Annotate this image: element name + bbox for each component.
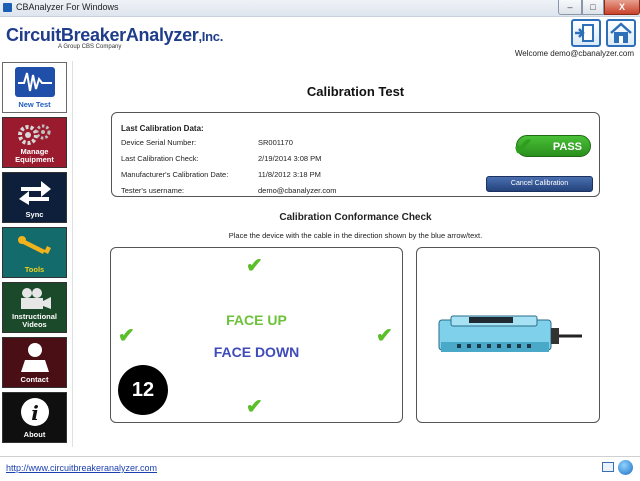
info-row-serial: Device Serial Number: SR001170	[121, 138, 293, 147]
minimize-button[interactable]: –	[558, 0, 582, 15]
info-row-manufacturer-date: Manufacturer's Calibration Date: 11/8/20…	[121, 170, 321, 179]
waveform-icon	[3, 67, 66, 99]
app-header: CircuitBreakerAnalyzer,Inc. A Group CBS …	[0, 17, 640, 61]
info-icon: i	[3, 397, 66, 429]
network-globe-icon[interactable]	[618, 460, 633, 475]
conformance-instruction: Place the device with the cable in the d…	[228, 231, 483, 240]
info-value: demo@cbanalyzer.com	[258, 186, 337, 195]
sidebar-item-label: New Test	[18, 100, 51, 109]
info-row-tester: Tester's username: demo@cbanalyzer.com	[121, 186, 336, 195]
page-title: Calibration Test	[306, 84, 405, 99]
device-image-panel	[416, 247, 600, 423]
sidebar-item-label: Tools	[24, 265, 45, 274]
website-link[interactable]: http://www.circuitbreakeranalyzer.com	[6, 463, 157, 473]
company-logo: CircuitBreakerAnalyzer,Inc.	[6, 25, 223, 46]
pass-check-icon: ✔	[513, 134, 534, 161]
countdown-counter: 12	[118, 365, 168, 415]
info-row-last-check: Last Calibration Check: 2/19/2014 3:08 P…	[121, 154, 321, 163]
wrench-icon	[3, 232, 66, 260]
maximize-button[interactable]: □	[582, 0, 604, 15]
sidebar: New Test Manage Equipment Sync Tools Ins…	[0, 61, 70, 446]
sidebar-item-label: Manage Equipment	[15, 147, 54, 164]
check-bottom-icon: ✔	[246, 396, 263, 418]
sidebar-item-label: Instructional Videos	[11, 312, 57, 329]
conformance-title: Calibration Conformance Check	[279, 212, 432, 223]
sync-arrows-icon	[3, 177, 66, 207]
orientation-panel: ✔ ✔ ✔ ✔ FACE UP FACE DOWN 12	[110, 247, 403, 423]
sidebar-item-label: About	[23, 430, 46, 439]
home-icon	[610, 22, 632, 43]
info-value: SR001170	[258, 138, 293, 147]
exit-button[interactable]	[571, 19, 601, 47]
info-value: 11/8/2012 3:18 PM	[258, 170, 321, 179]
sidebar-item-label: Sync	[25, 210, 44, 219]
info-value: 2/19/2014 3:08 PM	[258, 154, 322, 163]
info-label: Manufacturer's Calibration Date:	[121, 170, 229, 179]
person-icon	[3, 342, 66, 374]
info-label: Device Serial Number:	[121, 138, 197, 147]
window-titlebar: CBAnalyzer For Windows – □ X	[0, 0, 640, 17]
sidebar-item-about[interactable]: i About	[2, 392, 67, 443]
video-camera-icon	[3, 287, 66, 313]
close-button[interactable]: X	[604, 0, 640, 15]
cancel-calibration-button[interactable]: Cancel Calibration	[486, 176, 593, 192]
gears-icon	[3, 122, 66, 150]
face-up-label: FACE UP	[226, 312, 287, 328]
status-bar: http://www.circuitbreakeranalyzer.com	[0, 456, 640, 481]
logo-tagline: A Group CBS Company	[58, 44, 122, 50]
last-calibration-panel: Last Calibration Data: Device Serial Num…	[111, 112, 600, 197]
welcome-text: Welcome demo@cbanalyzer.com	[514, 49, 634, 58]
logo-main: CircuitBreakerAnalyzer	[6, 25, 199, 45]
device-image	[438, 315, 582, 352]
window-title: CBAnalyzer For Windows	[16, 2, 119, 12]
last-calibration-heading: Last Calibration Data:	[121, 124, 204, 133]
sidebar-item-new-test[interactable]: New Test	[2, 62, 67, 113]
face-down-label: FACE DOWN	[213, 344, 300, 360]
app-icon	[3, 3, 12, 12]
info-label: Tester's username:	[121, 186, 185, 195]
main-content: Calibration Test Last Calibration Data: …	[72, 61, 638, 447]
sidebar-item-sync[interactable]: Sync	[2, 172, 67, 223]
monitor-tray-icon[interactable]	[602, 462, 614, 472]
sidebar-item-manage-equipment[interactable]: Manage Equipment	[2, 117, 67, 168]
sidebar-item-label: Contact	[20, 375, 49, 384]
svg-text:i: i	[31, 401, 39, 425]
sidebar-item-instructional-videos[interactable]: Instructional Videos	[2, 282, 67, 333]
sidebar-item-tools[interactable]: Tools	[2, 227, 67, 278]
sidebar-item-contact[interactable]: Contact	[2, 337, 67, 388]
home-button[interactable]	[606, 19, 636, 47]
exit-door-icon	[575, 24, 594, 42]
info-label: Last Calibration Check:	[121, 154, 199, 163]
logo-suffix: ,Inc.	[198, 29, 224, 44]
check-top-icon: ✔	[246, 255, 263, 277]
